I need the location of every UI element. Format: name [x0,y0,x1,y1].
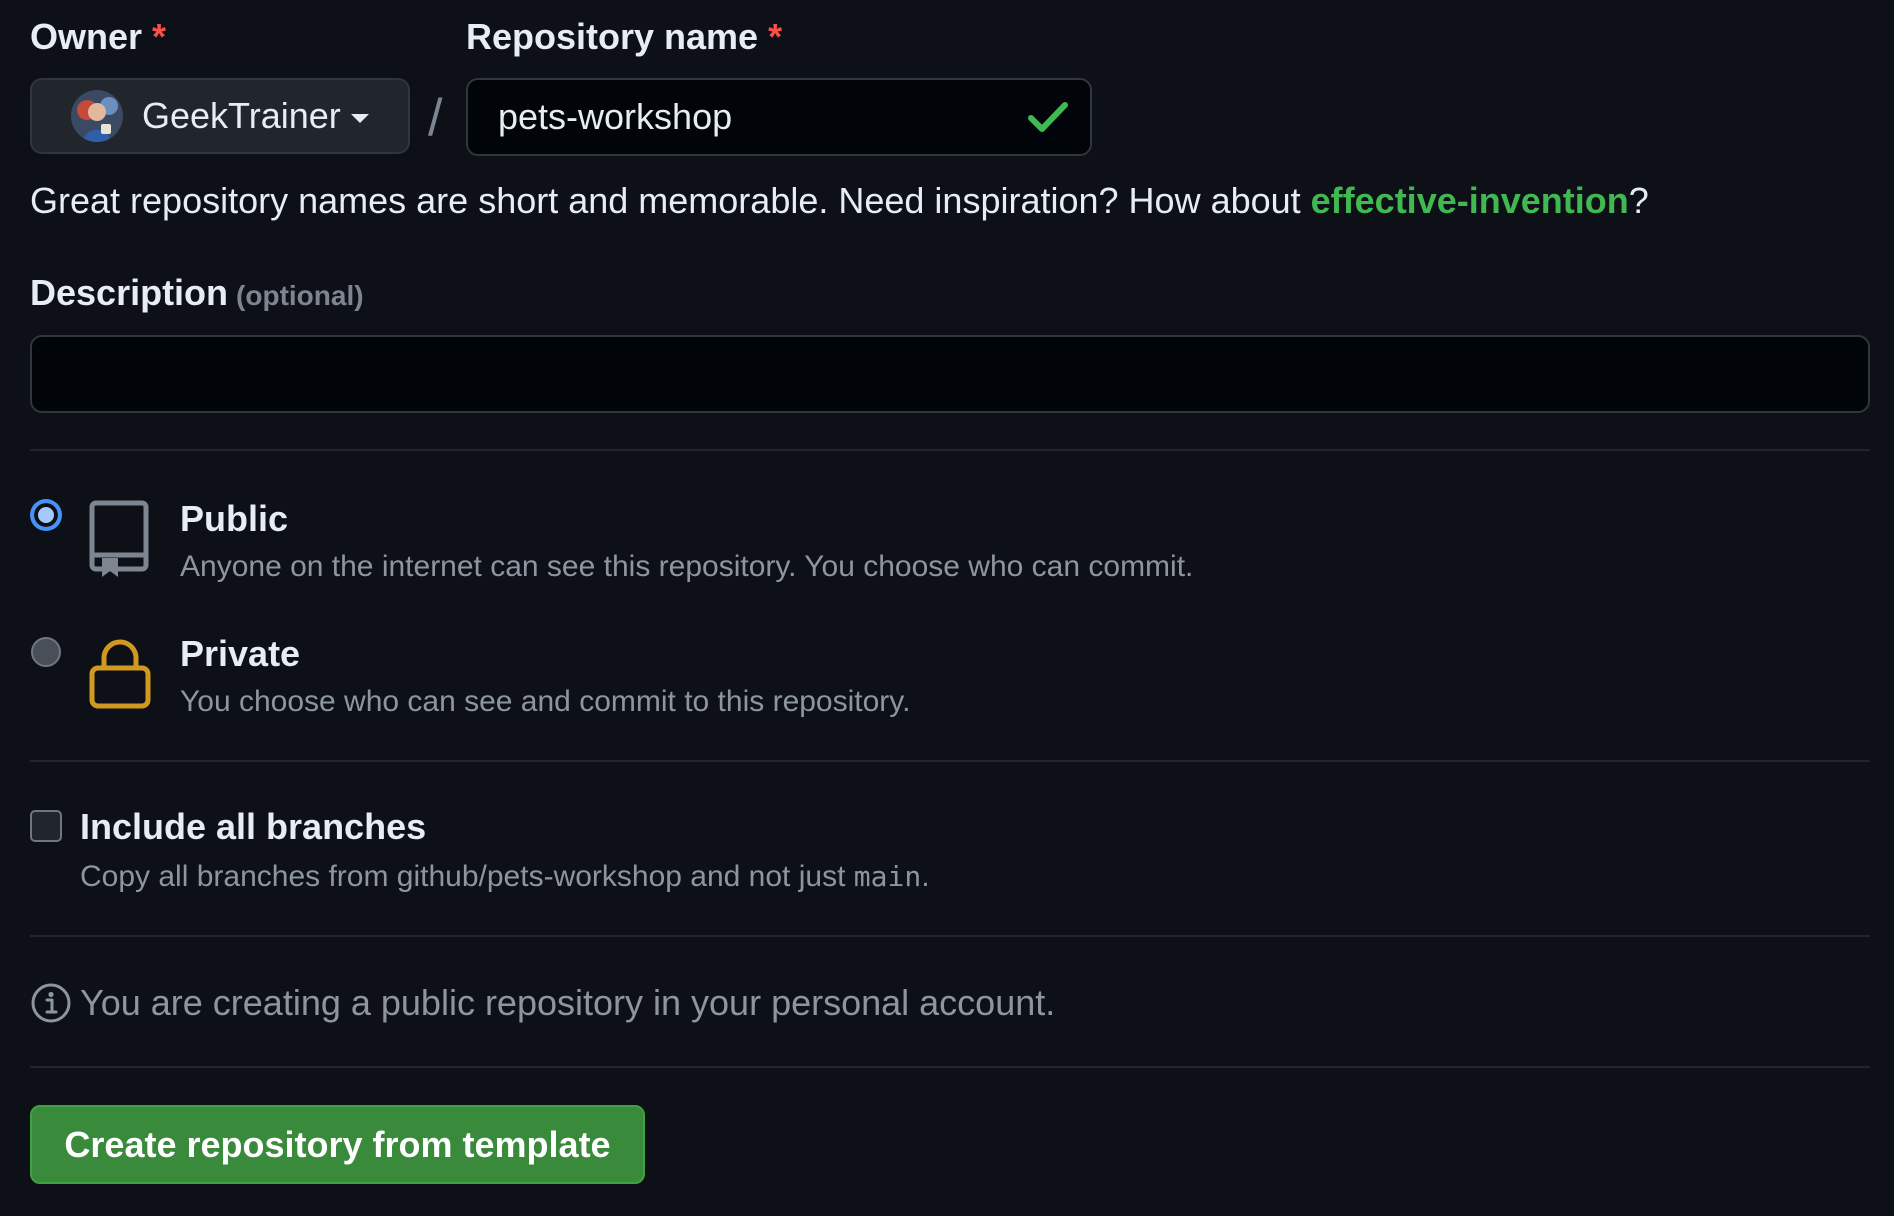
public-description: Anyone on the internet can see this repo… [180,550,1194,583]
repository-name-label: Repository name * [466,16,782,58]
name-suggestion-link[interactable]: effective-invention [1311,180,1629,221]
include-all-branches-title: Include all branches [80,806,427,847]
owner-selected-value: GeekTrainer [142,95,341,136]
private-radio[interactable] [31,637,61,667]
owner-repo-separator: / [428,89,443,147]
hint-text: Great repository names are short and mem… [30,180,1311,221]
branches-description-text: Copy all branches from github/pets-works… [80,860,854,893]
info-message: You are creating a public repository in … [80,982,1056,1023]
owner-label: Owner * [30,16,166,58]
repository-name-hint: Great repository names are short and mem… [30,180,1649,222]
description-label: Description (optional) [30,272,364,314]
public-title: Public [180,498,289,539]
repository-name-label-text: Repository name [466,16,759,57]
repository-name-value[interactable]: pets-workshop [498,96,1026,138]
private-title: Private [180,633,301,674]
repository-name-required-mark: * [768,16,783,57]
repo-icon [89,500,149,577]
owner-select[interactable]: GeekTrainer [30,78,410,154]
include-all-branches-description: Copy all branches from github/pets-works… [80,860,930,894]
avatar [71,90,123,142]
public-radio[interactable] [31,500,61,530]
lock-icon [89,639,151,709]
check-icon [1028,102,1068,132]
owner-label-text: Owner [30,16,143,57]
divider [30,760,1870,762]
divider [30,935,1870,937]
private-description: You choose who can see and commit to thi… [180,685,911,718]
branches-description-suffix: . [921,860,930,893]
divider [30,1066,1870,1068]
description-input[interactable] [30,335,1870,413]
include-all-branches-checkbox[interactable] [30,810,62,842]
divider [30,449,1870,451]
hint-suffix: ? [1628,180,1649,221]
owner-required-mark: * [152,16,167,57]
info-icon [31,983,71,1023]
chevron-down-icon [350,113,369,123]
create-repository-button[interactable]: Create repository from template [30,1105,645,1184]
branch-name: main [853,860,922,893]
description-optional-note: (optional) [236,280,364,311]
repository-name-input[interactable]: pets-workshop [466,78,1092,156]
description-label-text: Description [30,272,229,313]
